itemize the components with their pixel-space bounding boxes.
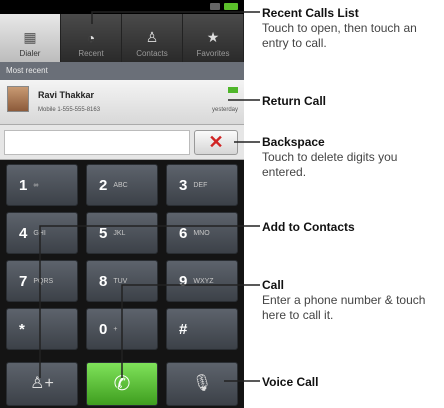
annotation-add: Add to Contacts [262, 220, 355, 234]
annotation-return: Return Call [262, 94, 327, 108]
annotation-voice: Voice Call [262, 375, 319, 389]
annotation-call: Call Enter a phone number & touch here to… [262, 278, 426, 322]
annotation-backspace: Backspace Touch to delete digits you ente… [262, 135, 398, 179]
annotation-recent: Recent Calls List Touch to open, then tou… [262, 6, 417, 50]
callout-lines [39, 11, 260, 382]
